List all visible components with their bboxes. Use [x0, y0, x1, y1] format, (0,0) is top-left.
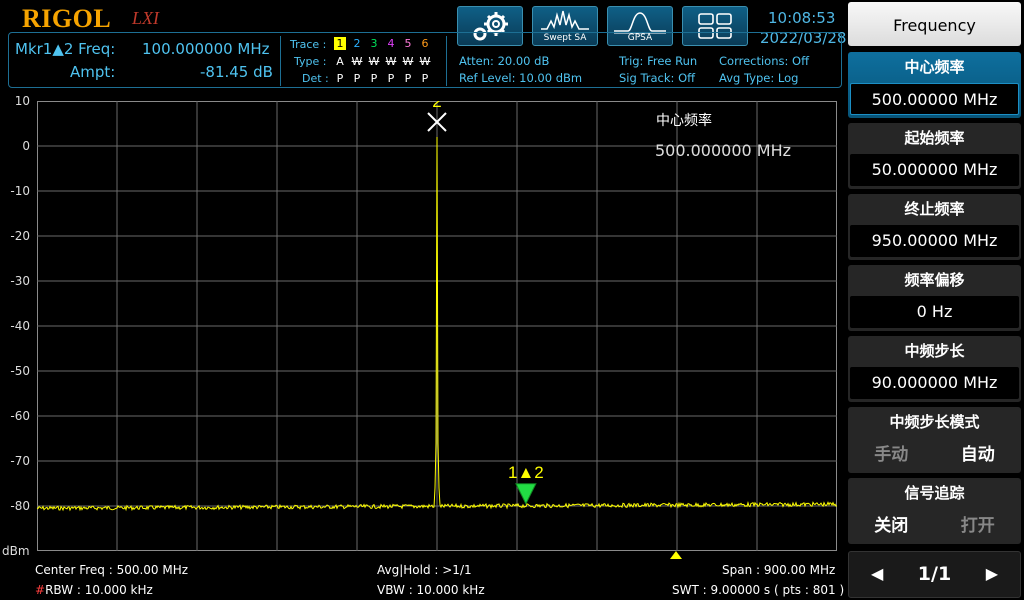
clock-time: 10:08:53: [768, 9, 836, 27]
marker-ampt-value: -81.45 dB: [200, 63, 273, 81]
y-tick-label: -30: [10, 274, 30, 288]
y-tick-label: 10: [14, 94, 30, 108]
trace-5-det: P: [404, 72, 412, 85]
trigger-position-icon: [670, 551, 682, 559]
menu-start-freq[interactable]: 起始频率 50.000000 MHz: [848, 123, 1021, 189]
marker-freq-label: Mkr1▲2 Freq:: [15, 40, 116, 58]
sig-track-on-option[interactable]: 打开: [935, 511, 1022, 536]
menu-freq-offset-label: 频率偏移: [904, 271, 965, 289]
lxi-logo: LXI: [132, 8, 159, 28]
menu-cf-step-label: 中频步长: [904, 342, 965, 360]
menu-start-freq-label: 起始频率: [904, 129, 965, 147]
type-label: Type :: [294, 55, 327, 68]
det-label: Det :: [302, 72, 329, 85]
y-tick-label: -50: [10, 364, 30, 378]
y-tick-label: -80: [10, 499, 30, 513]
avg-type-text: Avg Type: Log: [719, 71, 799, 85]
atten-text: Atten: 20.00 dB: [459, 54, 550, 68]
marker-1-delta-label: 1▲2: [508, 463, 544, 482]
divider: [280, 36, 281, 86]
swt-text: SWT : 9.00000 s ( pts : 801 ): [672, 583, 845, 597]
trace-2-number[interactable]: 2: [351, 37, 363, 50]
trace-5-number[interactable]: 5: [402, 37, 414, 50]
sig-track-off-option[interactable]: 关闭: [848, 511, 935, 536]
swept-wave-icon: [541, 10, 589, 30]
menu-cf-step-mode[interactable]: 中频步长模式 手动 自动: [848, 407, 1021, 473]
trace-1-number[interactable]: 1: [334, 37, 346, 50]
center-freq-text: Center Freq : 500.00 MHz: [35, 563, 189, 577]
trace-2-det: P: [353, 72, 361, 85]
y-tick-label: -10: [10, 184, 30, 198]
menu-cf-step[interactable]: 中频步长 90.000000 MHz: [848, 336, 1021, 402]
menu-center-freq[interactable]: 中心频率 500.00000 MHz: [848, 52, 1021, 118]
y-tick-label: -40: [10, 319, 30, 333]
menu-signal-track[interactable]: 信号追踪 关闭 打开: [848, 478, 1021, 544]
marker-ampt-label: Ampt:: [70, 63, 116, 81]
y-tick-label: -70: [10, 454, 30, 468]
avg-hold-text: Avg|Hold : >1/1: [377, 563, 472, 577]
trace-3-type: W: [368, 55, 380, 68]
trace-6-det: P: [421, 72, 429, 85]
spectrum-plot[interactable]: 2 1▲2 中心频率 500.000000 MHz: [37, 101, 837, 551]
menu-title-text: Frequency: [893, 16, 976, 35]
step-mode-manual-option[interactable]: 手动: [848, 440, 935, 465]
y-axis-unit: dBm: [2, 544, 30, 558]
rbw-text: #RBW : 10.000 kHz: [35, 583, 153, 597]
trace-label: Trace :: [290, 38, 327, 51]
menu-cf-step-value: 90.000000 MHz: [850, 367, 1019, 399]
trace-5-type: W: [402, 55, 414, 68]
gpsa-wave-icon: [614, 12, 666, 34]
step-mode-auto-option[interactable]: 自动: [935, 440, 1022, 465]
marker-2-label: 2: [432, 101, 441, 111]
y-tick-label: -60: [10, 409, 30, 423]
trace-3-det: P: [370, 72, 378, 85]
trace-4-type: W: [385, 55, 397, 68]
trace-4-det: P: [387, 72, 395, 85]
rigol-logo: RIGOL: [22, 4, 112, 33]
menu-stop-freq-value: 950.00000 MHz: [850, 225, 1019, 257]
sig-track-text: Sig Track: Off: [619, 71, 696, 85]
trig-text: Trig: Free Run: [619, 54, 698, 68]
corrections-text: Corrections: Off: [719, 54, 809, 68]
menu-freq-offset-value: 0 Hz: [850, 296, 1019, 328]
divider: [446, 36, 447, 86]
trace-1-type: A: [336, 55, 344, 68]
trace-6-number[interactable]: 6: [419, 37, 431, 50]
trace-6-type: W: [419, 55, 431, 68]
span-text: Span : 900.00 MHz: [722, 563, 836, 577]
menu-freq-offset[interactable]: 频率偏移 0 Hz: [848, 265, 1021, 331]
menu-stop-freq-label: 终止频率: [904, 200, 965, 218]
annotation-title: 中心频率: [656, 112, 712, 129]
y-tick-label: -20: [10, 229, 30, 243]
menu-center-freq-value: 500.00000 MHz: [850, 83, 1019, 115]
menu-cf-step-mode-label: 中频步长模式: [889, 413, 980, 431]
trace-2-type: W: [351, 55, 363, 68]
marker-freq-value: 100.000000 MHz: [142, 40, 270, 58]
trace-3-number[interactable]: 3: [368, 37, 380, 50]
menu-signal-track-label: 信号追踪: [904, 484, 965, 502]
trace-1-det: P: [336, 72, 344, 85]
menu-stop-freq[interactable]: 终止频率 950.00000 MHz: [848, 194, 1021, 260]
next-page-icon[interactable]: ▶: [986, 564, 998, 583]
annotation-value: 500.000000 MHz: [655, 141, 791, 160]
trace-4-number[interactable]: 4: [385, 37, 397, 50]
rbw-manual-flag: #: [35, 583, 46, 597]
menu-center-freq-label: 中心频率: [904, 58, 965, 76]
rbw-value: RBW : 10.000 kHz: [45, 583, 153, 597]
y-tick-label: 0: [22, 139, 30, 153]
ref-level-text: Ref Level: 10.00 dBm: [459, 71, 583, 85]
vbw-text: VBW : 10.000 kHz: [377, 583, 485, 597]
menu-start-freq-value: 50.000000 MHz: [850, 154, 1019, 186]
menu-title-frequency: Frequency: [848, 2, 1021, 46]
menu-pager: ◀ 1/1 ▶: [848, 551, 1021, 598]
